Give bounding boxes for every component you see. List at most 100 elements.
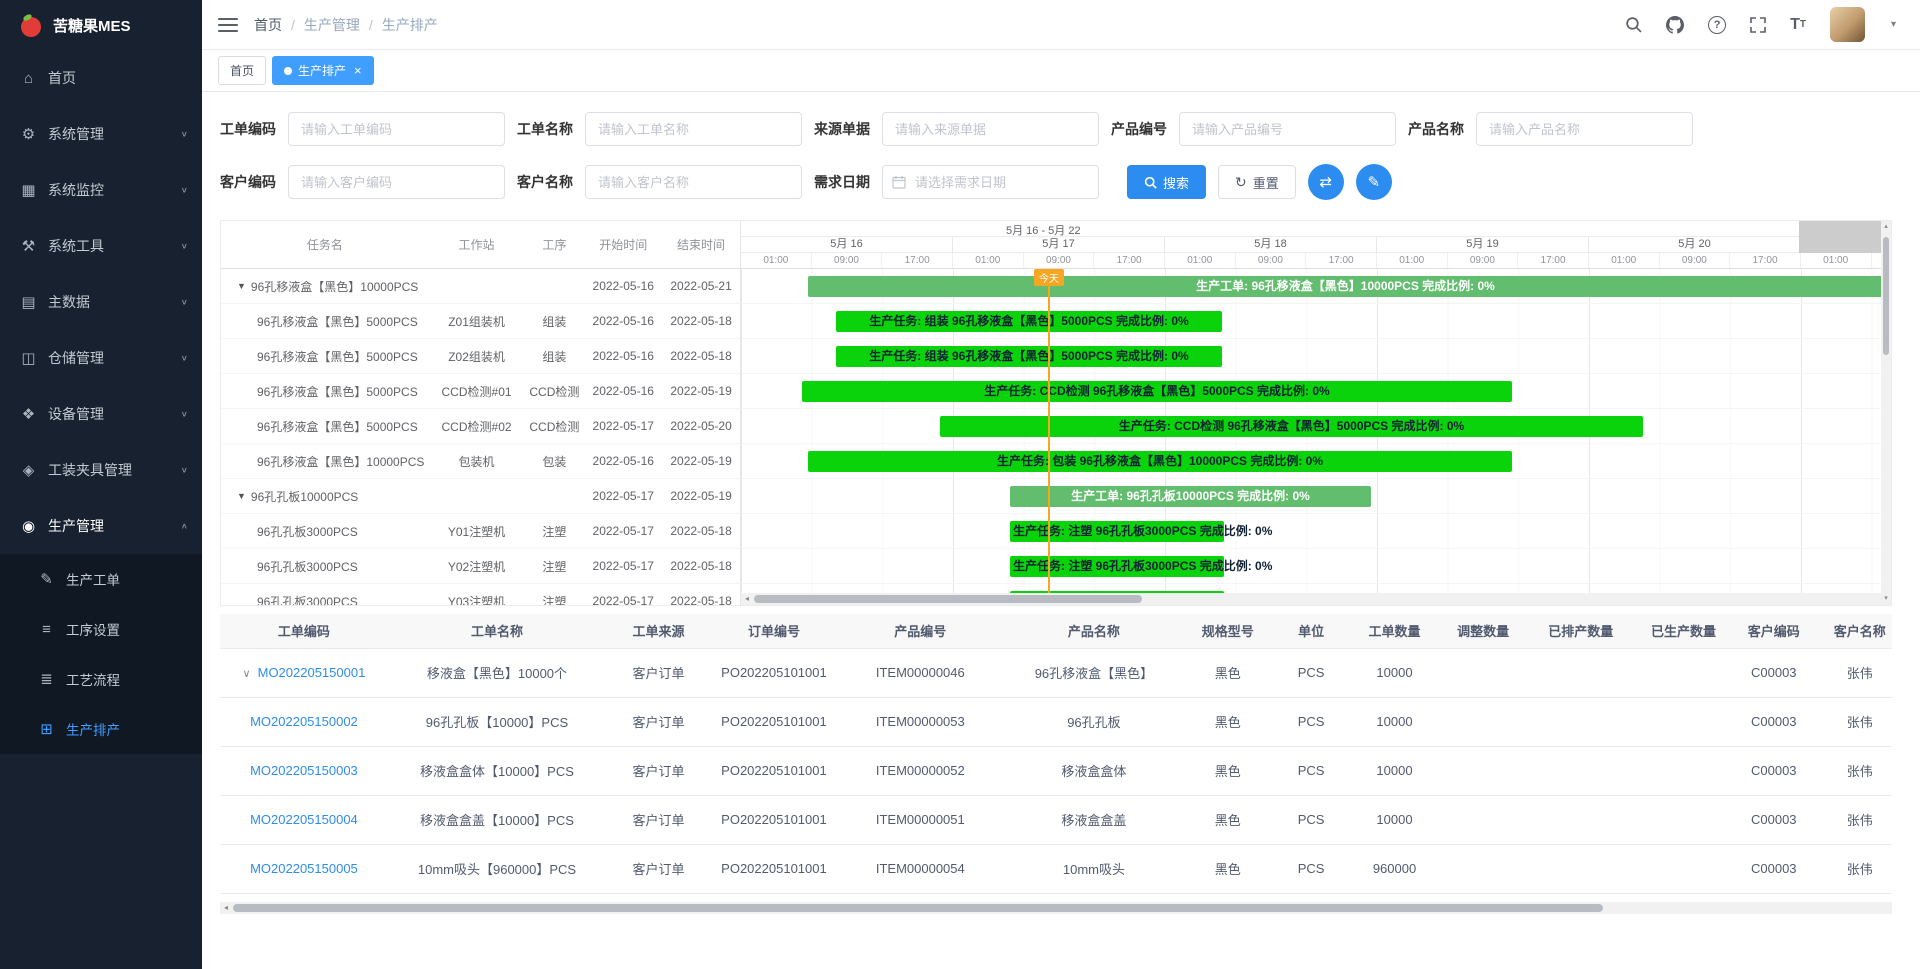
source-doc-input[interactable] [882,112,1099,146]
gantt-task-row[interactable]: 96孔移液盒【黑色】5000PCSCCD检测#02CCD检测2022-05-17… [221,409,740,444]
gantt-task-row[interactable]: 96孔移液盒【黑色】10000PCS包装机包装2022-05-162022-05… [221,444,740,479]
breadcrumb-home[interactable]: 首页 [254,15,282,35]
sync-button[interactable]: ⇄ [1308,164,1344,200]
table-row[interactable]: MO202205150003 移液盒盒体【10000】PCS客户订单PO2022… [220,746,1892,795]
gantt-task-row[interactable]: 96孔移液盒【黑色】5000PCSZ02组装机组装2022-05-162022-… [221,339,740,374]
gantt-task-row[interactable]: ▼96孔移液盒【黑色】10000PCS2022-05-162022-05-21 [221,269,740,304]
sidebar-item-fixtures[interactable]: ◈ 工装夹具管理 ∨ [0,442,202,498]
gantt-task-row[interactable]: 96孔移液盒【黑色】5000PCSZ01组装机组装2022-05-162022-… [221,304,740,339]
refresh-icon: ↻ [1235,174,1247,191]
sidebar-item-scheduling[interactable]: ⊞ 生产排产 [0,704,202,754]
work-order-link[interactable]: MO202205150001 [258,665,366,680]
scroll-left-icon[interactable]: ◂ [741,593,753,605]
work-order-name-input[interactable] [585,112,802,146]
work-order-link[interactable]: MO202205150002 [250,714,358,729]
product-no-input[interactable] [1179,112,1396,146]
gantt-bar-task[interactable]: 生产任务: CCD检测 96孔移液盒【黑色】5000PCS 完成比例: 0% [802,381,1512,402]
gantt-task-row[interactable]: 96孔移液盒【黑色】5000PCSCCD检测#01CCD检测2022-05-16… [221,374,740,409]
scrollbar-thumb[interactable] [754,595,1142,603]
gantt-table-header: 任务名 工作站 工序 开始时间 结束时间 [221,221,740,269]
scrollbar-thumb[interactable] [233,904,1603,912]
sidebar: 苦糖果MES ⌂ 首页 ⚙ 系统管理 ∨ ▦ 系统监控 ∨ ⚒ 系统工具 ∨ ▤… [0,0,202,969]
hamburger-icon[interactable] [218,18,238,32]
sidebar-item-master-data[interactable]: ▤ 主数据 ∨ [0,274,202,330]
fullscreen-icon[interactable] [1750,17,1766,33]
production-icon: ◉ [20,517,37,535]
sidebar-item-system-monitor[interactable]: ▦ 系统监控 ∨ [0,162,202,218]
tab-home[interactable]: 首页 [218,56,266,85]
gantt-bar-task[interactable]: 生产任务: 注塑 96孔孔板3000PCS 完成比例: 0% [1010,556,1224,577]
gantt-bar-work-order[interactable]: 生产工单: 96孔移液盒【黑色】10000PCS 完成比例: 0% [808,276,1881,297]
work-order-link[interactable]: MO202205150003 [250,763,358,778]
work-order-link[interactable]: MO202205150004 [250,812,358,827]
gantt-task-row[interactable]: 96孔孔板3000PCSY02注塑机注塑2022-05-172022-05-18 [221,549,740,584]
gantt-timeline: 5月 16 - 5月 22 5月 16 5月 17 5月 18 5月 19 5月… [741,221,1881,605]
sidebar-item-production-mgmt[interactable]: ◉ 生产管理 ∧ [0,498,202,554]
gantt-task-row[interactable]: ▼96孔孔板10000PCS2022-05-172022-05-19 [221,479,740,514]
gantt-bar-task[interactable]: 生产任务: 注塑 96孔孔板3000PCS 完成比例: 0% [1010,521,1224,542]
triangle-down-icon[interactable]: ▼ [237,281,246,291]
breadcrumb-production-mgmt: 生产管理 [304,15,360,35]
sidebar-item-warehouse[interactable]: ◫ 仓储管理 ∨ [0,330,202,386]
gantt-bar-task[interactable]: 生产任务: 组装 96孔移液盒【黑色】5000PCS 完成比例: 0% [836,346,1222,367]
monitor-icon: ▦ [20,181,37,199]
chevron-down-icon: ∨ [181,466,188,475]
gantt-task-row[interactable]: 96孔孔板3000PCSY01注塑机注塑2022-05-172022-05-18 [221,514,740,549]
gantt-bar-task[interactable]: 生产任务: CCD检测 96孔移液盒【黑色】5000PCS 完成比例: 0% [940,416,1643,437]
search-icon[interactable] [1625,16,1642,33]
gantt-task-row[interactable]: 96孔孔板3000PCSY03注塑机注塑2022-05-172022-05-18 [221,584,740,605]
expand-row-icon[interactable]: ∨ [243,668,251,680]
customer-code-input[interactable] [288,165,505,199]
help-icon[interactable]: ? [1708,16,1726,34]
font-size-icon[interactable]: TT [1790,16,1806,34]
gantt-bar-work-order[interactable]: 生产工单: 96孔孔板10000PCS 完成比例: 0% [1010,486,1371,507]
chevron-down-icon: ∨ [181,410,188,419]
edit-button[interactable]: ✎ [1356,164,1392,200]
search-form: 工单编码 工单名称 来源单据 产品编号 产品名称 客户编码 客户名称 需求日期 … [202,92,1920,218]
sidebar-item-system-tools[interactable]: ⚒ 系统工具 ∨ [0,218,202,274]
scroll-left-icon[interactable]: ◂ [220,902,232,914]
sidebar-item-home[interactable]: ⌂ 首页 [0,50,202,106]
caret-down-icon[interactable]: ▾ [1891,19,1896,30]
triangle-down-icon[interactable]: ▼ [237,491,246,501]
calendar-icon [892,175,906,194]
gantt-horizontal-scrollbar[interactable]: ◂ [741,593,1881,605]
scroll-down-icon[interactable]: ▾ [1884,593,1888,605]
sidebar-item-work-order[interactable]: ✎ 生产工单 [0,554,202,604]
demand-date-input[interactable] [882,165,1099,199]
sidebar-item-process-flow[interactable]: ≣ 工艺流程 [0,654,202,704]
work-order-link[interactable]: MO202205150005 [250,861,358,876]
search-icon [1144,176,1157,189]
avatar[interactable] [1830,7,1865,42]
scroll-up-icon[interactable]: ▴ [1884,221,1888,233]
table-row[interactable]: ∨MO202205150001 移液盒【黑色】10000个客户订单PO20220… [220,648,1892,697]
table-horizontal-scrollbar[interactable]: ◂ [220,902,1892,914]
table-row[interactable]: MO202205150002 96孔孔板【10000】PCS客户订单PO2022… [220,697,1892,746]
github-icon[interactable] [1666,16,1684,34]
product-name-input[interactable] [1476,112,1693,146]
table-row[interactable]: MO202205150005 10mm吸头【960000】PCS客户订单PO20… [220,844,1892,893]
document-icon: ▤ [20,293,37,311]
timeline-hour-row: 01:0009:0017:00 01:0009:0017:00 01:0009:… [741,253,1881,269]
search-button[interactable]: 搜索 [1127,165,1206,199]
gantt-task-table: 任务名 工作站 工序 开始时间 结束时间 ▼96孔移液盒【黑色】10000PCS… [221,221,741,605]
warehouse-icon: ◫ [20,349,37,367]
gantt-chart: 任务名 工作站 工序 开始时间 结束时间 ▼96孔移液盒【黑色】10000PCS… [220,220,1892,606]
chevron-down-icon: ∨ [181,298,188,307]
customer-name-input[interactable] [585,165,802,199]
scrollbar-thumb[interactable] [1883,237,1889,355]
gantt-bar-task[interactable]: 生产任务: 包装 96孔移液盒【黑色】10000PCS 完成比例: 0% [808,451,1512,472]
gantt-bar-task[interactable]: 生产任务: 组装 96孔移液盒【黑色】5000PCS 完成比例: 0% [836,311,1222,332]
sidebar-item-process-setting[interactable]: ≡ 工序设置 [0,604,202,654]
app-logo[interactable]: 苦糖果MES [0,0,202,50]
list-icon: ≡ [38,621,55,638]
work-order-code-input[interactable] [288,112,505,146]
sidebar-item-equipment[interactable]: ❖ 设备管理 ∨ [0,386,202,442]
active-dot-icon [284,67,292,75]
reset-button[interactable]: ↻重置 [1218,165,1296,199]
tab-production-scheduling[interactable]: 生产排产 × [272,56,374,85]
table-row[interactable]: MO202205150004 移液盒盒盖【10000】PCS客户订单PO2022… [220,795,1892,844]
sidebar-item-system-mgmt[interactable]: ⚙ 系统管理 ∨ [0,106,202,162]
close-icon[interactable]: × [354,64,362,77]
gantt-vertical-scrollbar[interactable]: ▴ ▾ [1881,221,1891,605]
